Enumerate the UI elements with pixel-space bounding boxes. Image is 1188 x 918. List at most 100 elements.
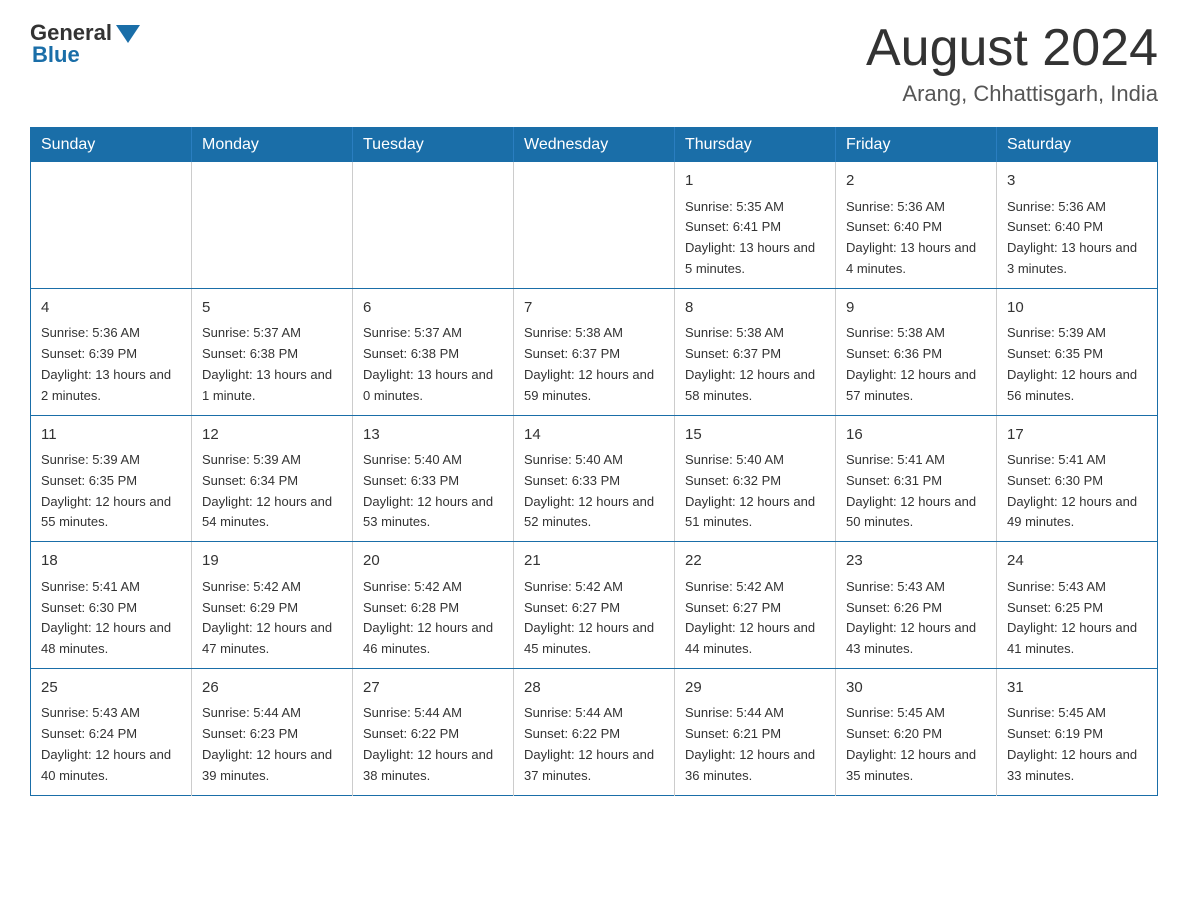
calendar-cell: 2Sunrise: 5:36 AM Sunset: 6:40 PM Daylig…: [836, 162, 997, 288]
calendar-cell: 18 Sunrise: 5:41 AM Sunset: 6:30 PM Dayli…: [31, 542, 192, 669]
calendar-week-row: 1Sunrise: 5:35 AM Sunset: 6:41 PM Daylig…: [31, 162, 1158, 288]
day-number: 18: [41, 550, 181, 573]
calendar-cell: 9 Sunrise: 5:38 AM Sunset: 6:36 PM Daylig…: [836, 288, 997, 415]
day-number: 22: [685, 550, 825, 573]
day-number: 26: [202, 677, 342, 700]
calendar-cell: 13 Sunrise: 5:40 AM Sunset: 6:33 PM Dayli…: [353, 415, 514, 542]
logo-blue: Blue: [32, 42, 80, 68]
day-of-week-header: Sunday: [31, 128, 192, 163]
day-info: Sunrise: 5:43 AM Sunset: 6:25 PM Dayligh…: [1007, 577, 1147, 660]
day-number: 6: [363, 297, 503, 320]
day-number: 20: [363, 550, 503, 573]
logo-arrow-icon: [116, 25, 140, 43]
day-info: Sunrise: 5:44 AM Sunset: 6:22 PM Dayligh…: [363, 703, 503, 786]
calendar-cell: 23Sunrise: 5:43 AM Sunset: 6:26 PM Dayli…: [836, 542, 997, 669]
day-number: 5: [202, 297, 342, 320]
day-number: 13: [363, 424, 503, 447]
calendar-week-row: 18 Sunrise: 5:41 AM Sunset: 6:30 PM Dayli…: [31, 542, 1158, 669]
day-number: 28: [524, 677, 664, 700]
calendar-cell: 14Sunrise: 5:40 AM Sunset: 6:33 PM Dayli…: [514, 415, 675, 542]
day-of-week-header: Saturday: [997, 128, 1158, 163]
day-number: 17: [1007, 424, 1147, 447]
calendar-cell: 15 Sunrise: 5:40 AM Sunset: 6:32 PM Dayli…: [675, 415, 836, 542]
day-number: 16: [846, 424, 986, 447]
calendar-cell: 28 Sunrise: 5:44 AM Sunset: 6:22 PM Dayli…: [514, 668, 675, 795]
calendar-cell: 4 Sunrise: 5:36 AM Sunset: 6:39 PM Daylig…: [31, 288, 192, 415]
calendar-cell: 21 Sunrise: 5:42 AM Sunset: 6:27 PM Dayli…: [514, 542, 675, 669]
day-number: 2: [846, 170, 986, 193]
day-info: Sunrise: 5:41 AM Sunset: 6:30 PM Dayligh…: [1007, 450, 1147, 533]
calendar-cell: [353, 162, 514, 288]
day-info: Sunrise: 5:41 AM Sunset: 6:31 PM Dayligh…: [846, 450, 986, 533]
day-info: Sunrise: 5:41 AM Sunset: 6:30 PM Dayligh…: [41, 577, 181, 660]
day-info: Sunrise: 5:39 AM Sunset: 6:35 PM Dayligh…: [41, 450, 181, 533]
day-info: Sunrise: 5:42 AM Sunset: 6:27 PM Dayligh…: [685, 577, 825, 660]
calendar-week-row: 11 Sunrise: 5:39 AM Sunset: 6:35 PM Dayli…: [31, 415, 1158, 542]
calendar-cell: 6 Sunrise: 5:37 AM Sunset: 6:38 PM Daylig…: [353, 288, 514, 415]
day-number: 9: [846, 297, 986, 320]
day-info: Sunrise: 5:44 AM Sunset: 6:23 PM Dayligh…: [202, 703, 342, 786]
calendar-cell: 25Sunrise: 5:43 AM Sunset: 6:24 PM Dayli…: [31, 668, 192, 795]
calendar-cell: [192, 162, 353, 288]
calendar-cell: 22 Sunrise: 5:42 AM Sunset: 6:27 PM Dayli…: [675, 542, 836, 669]
calendar-cell: [31, 162, 192, 288]
day-number: 3: [1007, 170, 1147, 193]
day-number: 12: [202, 424, 342, 447]
calendar-cell: 5Sunrise: 5:37 AM Sunset: 6:38 PM Daylig…: [192, 288, 353, 415]
day-of-week-header: Wednesday: [514, 128, 675, 163]
day-number: 25: [41, 677, 181, 700]
calendar-cell: 11 Sunrise: 5:39 AM Sunset: 6:35 PM Dayli…: [31, 415, 192, 542]
day-info: Sunrise: 5:40 AM Sunset: 6:33 PM Dayligh…: [524, 450, 664, 533]
day-info: Sunrise: 5:38 AM Sunset: 6:36 PM Dayligh…: [846, 323, 986, 406]
day-info: Sunrise: 5:44 AM Sunset: 6:21 PM Dayligh…: [685, 703, 825, 786]
calendar-cell: 8 Sunrise: 5:38 AM Sunset: 6:37 PM Daylig…: [675, 288, 836, 415]
calendar-cell: 24 Sunrise: 5:43 AM Sunset: 6:25 PM Dayli…: [997, 542, 1158, 669]
day-of-week-header: Monday: [192, 128, 353, 163]
day-number: 30: [846, 677, 986, 700]
day-number: 4: [41, 297, 181, 320]
calendar-cell: 26 Sunrise: 5:44 AM Sunset: 6:23 PM Dayli…: [192, 668, 353, 795]
month-title: August 2024: [866, 20, 1158, 77]
calendar-week-row: 4 Sunrise: 5:36 AM Sunset: 6:39 PM Daylig…: [31, 288, 1158, 415]
calendar-cell: 19Sunrise: 5:42 AM Sunset: 6:29 PM Dayli…: [192, 542, 353, 669]
day-number: 19: [202, 550, 342, 573]
day-number: 21: [524, 550, 664, 573]
day-info: Sunrise: 5:44 AM Sunset: 6:22 PM Dayligh…: [524, 703, 664, 786]
calendar-cell: 1Sunrise: 5:35 AM Sunset: 6:41 PM Daylig…: [675, 162, 836, 288]
calendar-cell: 17 Sunrise: 5:41 AM Sunset: 6:30 PM Dayli…: [997, 415, 1158, 542]
day-number: 24: [1007, 550, 1147, 573]
calendar-cell: 3Sunrise: 5:36 AM Sunset: 6:40 PM Daylig…: [997, 162, 1158, 288]
calendar-cell: 10Sunrise: 5:39 AM Sunset: 6:35 PM Dayli…: [997, 288, 1158, 415]
day-info: Sunrise: 5:38 AM Sunset: 6:37 PM Dayligh…: [685, 323, 825, 406]
day-info: Sunrise: 5:42 AM Sunset: 6:27 PM Dayligh…: [524, 577, 664, 660]
calendar-cell: 30Sunrise: 5:45 AM Sunset: 6:20 PM Dayli…: [836, 668, 997, 795]
day-info: Sunrise: 5:37 AM Sunset: 6:38 PM Dayligh…: [363, 323, 503, 406]
day-number: 1: [685, 170, 825, 193]
calendar-cell: 12 Sunrise: 5:39 AM Sunset: 6:34 PM Dayli…: [192, 415, 353, 542]
day-of-week-header: Thursday: [675, 128, 836, 163]
day-info: Sunrise: 5:39 AM Sunset: 6:34 PM Dayligh…: [202, 450, 342, 533]
calendar-header-row: SundayMondayTuesdayWednesdayThursdayFrid…: [31, 128, 1158, 163]
day-info: Sunrise: 5:38 AM Sunset: 6:37 PM Dayligh…: [524, 323, 664, 406]
logo: General Blue: [30, 20, 140, 68]
calendar-week-row: 25Sunrise: 5:43 AM Sunset: 6:24 PM Dayli…: [31, 668, 1158, 795]
day-number: 7: [524, 297, 664, 320]
day-number: 11: [41, 424, 181, 447]
day-info: Sunrise: 5:40 AM Sunset: 6:32 PM Dayligh…: [685, 450, 825, 533]
calendar-cell: [514, 162, 675, 288]
day-info: Sunrise: 5:40 AM Sunset: 6:33 PM Dayligh…: [363, 450, 503, 533]
calendar-cell: 31Sunrise: 5:45 AM Sunset: 6:19 PM Dayli…: [997, 668, 1158, 795]
day-info: Sunrise: 5:45 AM Sunset: 6:19 PM Dayligh…: [1007, 703, 1147, 786]
day-number: 29: [685, 677, 825, 700]
calendar-cell: 20Sunrise: 5:42 AM Sunset: 6:28 PM Dayli…: [353, 542, 514, 669]
calendar-cell: 29 Sunrise: 5:44 AM Sunset: 6:21 PM Dayli…: [675, 668, 836, 795]
location: Arang, Chhattisgarh, India: [866, 81, 1158, 107]
day-number: 15: [685, 424, 825, 447]
calendar-table: SundayMondayTuesdayWednesdayThursdayFrid…: [30, 127, 1158, 795]
calendar-cell: 7 Sunrise: 5:38 AM Sunset: 6:37 PM Daylig…: [514, 288, 675, 415]
day-info: Sunrise: 5:43 AM Sunset: 6:26 PM Dayligh…: [846, 577, 986, 660]
day-info: Sunrise: 5:36 AM Sunset: 6:39 PM Dayligh…: [41, 323, 181, 406]
day-number: 27: [363, 677, 503, 700]
day-of-week-header: Friday: [836, 128, 997, 163]
day-number: 8: [685, 297, 825, 320]
